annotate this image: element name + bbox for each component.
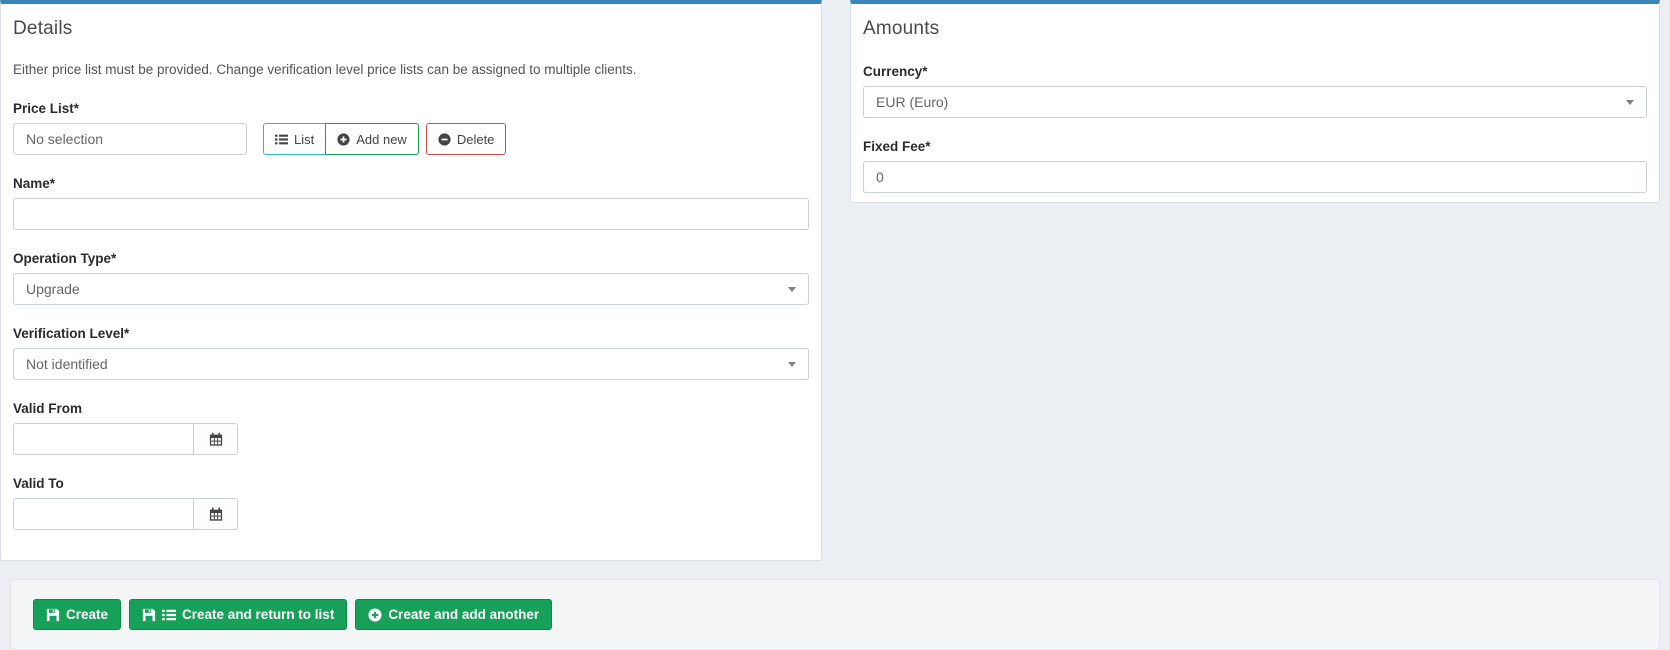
save-icon bbox=[46, 608, 60, 622]
minus-circle-icon bbox=[438, 133, 451, 146]
fixed-fee-label: Fixed Fee* bbox=[863, 139, 1647, 154]
create-and-return-button[interactable]: Create and return to list bbox=[129, 599, 347, 630]
price-list-button-group: List Add new bbox=[263, 123, 419, 155]
create-button[interactable]: Create bbox=[33, 599, 121, 630]
create-button-label: Create bbox=[66, 607, 108, 622]
price-list-delete-button[interactable]: Delete bbox=[426, 123, 507, 155]
amounts-panel: Amounts Currency* EUR (Euro) Fixed Fee* bbox=[850, 0, 1660, 203]
create-and-add-another-button[interactable]: Create and add another bbox=[355, 599, 552, 630]
verification-level-selected-value: Not identified bbox=[26, 356, 108, 372]
operation-type-group: Operation Type* Upgrade bbox=[13, 251, 809, 305]
valid-to-label: Valid To bbox=[13, 476, 809, 491]
currency-label: Currency* bbox=[863, 64, 1647, 79]
verification-level-label: Verification Level* bbox=[13, 326, 809, 341]
save-icon bbox=[142, 608, 156, 622]
list-icon bbox=[275, 133, 288, 146]
details-help-text: Either price list must be provided. Chan… bbox=[13, 62, 809, 77]
price-list-group: Price List* List bbox=[13, 101, 809, 155]
price-list-list-button-label: List bbox=[294, 132, 314, 147]
details-panel: Details Either price list must be provid… bbox=[0, 0, 822, 561]
currency-selected-value: EUR (Euro) bbox=[876, 94, 948, 110]
price-list-delete-button-label: Delete bbox=[457, 132, 495, 147]
name-label: Name* bbox=[13, 176, 809, 191]
price-list-add-new-button-label: Add new bbox=[356, 132, 407, 147]
chevron-down-icon bbox=[1626, 100, 1634, 105]
list-icon bbox=[162, 608, 176, 622]
form-panels: Details Either price list must be provid… bbox=[0, 0, 1670, 561]
create-and-return-button-label: Create and return to list bbox=[182, 607, 334, 622]
calendar-icon bbox=[209, 432, 223, 446]
price-list-add-new-button[interactable]: Add new bbox=[325, 123, 419, 155]
amounts-panel-title: Amounts bbox=[863, 18, 1647, 40]
plus-circle-icon bbox=[337, 133, 350, 146]
details-panel-title: Details bbox=[13, 18, 809, 40]
valid-from-calendar-button[interactable] bbox=[194, 423, 238, 455]
verification-level-select[interactable]: Not identified bbox=[13, 348, 809, 380]
valid-to-input[interactable] bbox=[13, 498, 194, 530]
price-list-list-button[interactable]: List bbox=[263, 123, 326, 155]
price-list-input[interactable] bbox=[13, 123, 247, 155]
plus-circle-icon bbox=[368, 608, 382, 622]
operation-type-selected-value: Upgrade bbox=[26, 281, 80, 297]
price-list-label: Price List* bbox=[13, 101, 809, 116]
name-input[interactable] bbox=[13, 198, 809, 230]
fixed-fee-group: Fixed Fee* bbox=[863, 139, 1647, 193]
chevron-down-icon bbox=[788, 287, 796, 292]
fixed-fee-input[interactable] bbox=[863, 161, 1647, 193]
name-group: Name* bbox=[13, 176, 809, 230]
valid-from-label: Valid From bbox=[13, 401, 809, 416]
operation-type-label: Operation Type* bbox=[13, 251, 809, 266]
valid-from-group: Valid From bbox=[13, 401, 809, 455]
operation-type-select[interactable]: Upgrade bbox=[13, 273, 809, 305]
currency-group: Currency* EUR (Euro) bbox=[863, 64, 1647, 118]
valid-from-input[interactable] bbox=[13, 423, 194, 455]
create-and-add-another-button-label: Create and add another bbox=[388, 607, 539, 622]
verification-level-group: Verification Level* Not identified bbox=[13, 326, 809, 380]
valid-to-calendar-button[interactable] bbox=[194, 498, 238, 530]
valid-to-group: Valid To bbox=[13, 476, 809, 530]
currency-select[interactable]: EUR (Euro) bbox=[863, 86, 1647, 118]
form-action-bar: Create Create and return to list Create … bbox=[10, 579, 1660, 650]
calendar-icon bbox=[209, 507, 223, 521]
chevron-down-icon bbox=[788, 362, 796, 367]
